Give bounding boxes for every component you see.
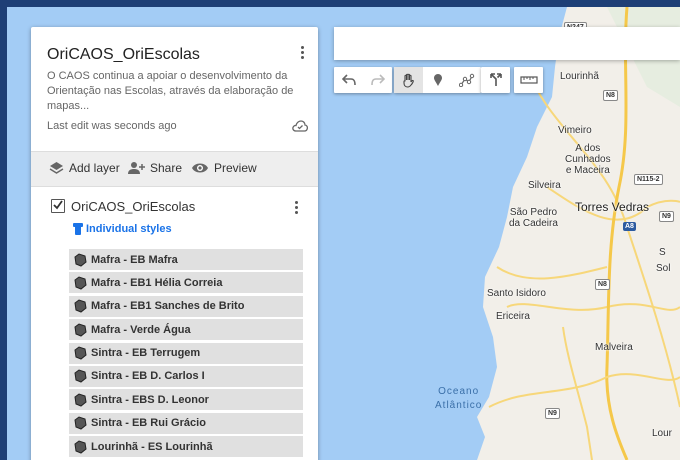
map-legend-panel: OriCAOS_OriEscolas O CAOS continua a apo…: [31, 27, 318, 460]
road-n9-north: N9: [659, 211, 674, 222]
road-a8: A8: [623, 222, 636, 231]
map-editor-window: Lourinhã Vimeiro A dos Cunhados e Maceir…: [0, 0, 680, 460]
toolbar-measure: [514, 67, 543, 93]
feature-row[interactable]: Sintra - EB Terrugem: [69, 342, 303, 364]
feature-label: Mafra - EB1 Hélia Correia: [91, 276, 223, 289]
draw-line-icon: [458, 73, 474, 87]
preview-button[interactable]: Preview: [191, 161, 257, 175]
share-label: Share: [150, 161, 183, 175]
add-layer-label: Add layer: [69, 161, 120, 175]
feature-row[interactable]: Sintra - EBS D. Leonor: [69, 389, 303, 411]
feature-label: Mafra - EB1 Sanches de Brito: [91, 300, 245, 313]
feature-label: Sintra - EBS D. Leonor: [91, 393, 209, 406]
feature-row[interactable]: Sintra - EB Rui Grácio: [69, 412, 303, 434]
polygon-shape-icon: [74, 440, 87, 454]
window-border-top: [0, 0, 680, 7]
polygon-shape-icon: [74, 346, 87, 360]
marker-icon: [433, 74, 442, 86]
paint-roller-icon: [73, 223, 83, 235]
toolbar-draw-tools: [394, 67, 481, 93]
add-marker-button[interactable]: [423, 67, 452, 93]
share-button[interactable]: Share: [127, 161, 182, 175]
feature-row[interactable]: Mafra - EB1 Hélia Correia: [69, 272, 303, 294]
feature-label: Sintra - EB Rui Grácio: [91, 417, 206, 430]
place-sol: Sol: [656, 263, 671, 274]
layer-options-menu-icon[interactable]: [292, 199, 300, 217]
individual-styles-link[interactable]: Individual styles: [73, 223, 172, 235]
place-malveira: Malveira: [595, 342, 633, 353]
window-border-left: [0, 0, 7, 460]
place-sao-pedro: São Pedro da Cadeira: [509, 207, 558, 229]
search-input[interactable]: [342, 27, 676, 60]
place-silveira: Silveira: [528, 180, 561, 191]
toolbar-undo-redo: [334, 67, 392, 93]
map-title[interactable]: OriCAOS_OriEscolas: [47, 46, 200, 64]
polygon-shape-icon: [74, 369, 87, 384]
feature-row[interactable]: Mafra - Verde Água: [69, 319, 303, 341]
feature-row[interactable]: Sintra - EB D. Carlos I: [69, 365, 303, 387]
feature-label: Sintra - EB D. Carlos I: [91, 370, 205, 383]
place-vimeiro: Vimeiro: [558, 125, 592, 136]
ruler-icon: [519, 76, 538, 84]
layers-icon: [49, 162, 64, 174]
polygon-shape-icon: [74, 323, 87, 337]
road-n8-north: N8: [603, 90, 618, 101]
road-n8-south: N8: [595, 279, 610, 290]
draw-line-button[interactable]: [452, 67, 481, 93]
place-torres-vedras: Torres Vedras: [575, 200, 650, 214]
polygon-shape-icon: [74, 252, 87, 267]
undo-button[interactable]: [334, 67, 363, 93]
place-ericeira: Ericeira: [496, 311, 530, 322]
label-ocean: Oceano Atlântico: [435, 386, 483, 411]
feature-label: Lourinhã - ES Lourinhã: [91, 440, 213, 453]
redo-icon: [370, 74, 385, 86]
place-santo-isidoro: Santo Isidoro: [487, 288, 546, 299]
styles-label: Individual styles: [86, 223, 172, 235]
place-lourinha: Lourinhã: [560, 71, 599, 82]
feature-row[interactable]: Mafra - EB Mafra: [69, 249, 303, 270]
polygon-shape-icon: [74, 393, 87, 407]
add-directions-button[interactable]: [481, 67, 510, 93]
panel-actions-bar: Add layer Share Preview: [31, 151, 318, 187]
feature-row[interactable]: Lourinhã - ES Lourinhã: [69, 436, 303, 458]
last-edit-status: Last edit was seconds ago: [47, 120, 177, 132]
polygon-shape-icon: [74, 416, 87, 430]
add-person-icon: [128, 162, 145, 174]
map-description[interactable]: O CAOS continua a apoiar o desenvolvimen…: [47, 69, 302, 114]
directions-icon: [489, 73, 502, 86]
place-s: S: [659, 247, 666, 258]
map-options-menu-icon[interactable]: [298, 44, 306, 62]
feature-label: Mafra - Verde Água: [91, 323, 191, 336]
measure-distance-button[interactable]: [514, 67, 543, 93]
road-n9-south: N9: [545, 408, 560, 419]
hand-icon: [402, 73, 414, 88]
toolbar-directions: [481, 67, 510, 93]
feature-list: Mafra - EB Mafra Mafra - EB1 Hélia Correi…: [69, 249, 303, 460]
feature-label: Mafra - EB Mafra: [91, 253, 178, 266]
polygon-shape-icon: [74, 299, 87, 313]
road-n115-2: N115-2: [634, 174, 663, 185]
preview-label: Preview: [214, 161, 257, 175]
add-layer-button[interactable]: Add layer: [49, 161, 120, 175]
place-loures: Lour: [652, 428, 673, 439]
place-a-dos-cunhados: A dos Cunhados e Maceira: [565, 143, 611, 176]
layer-visibility-checkbox[interactable]: [51, 199, 65, 213]
search-box[interactable]: [334, 27, 680, 60]
undo-icon: [341, 74, 356, 86]
cloud-saved-icon: [292, 119, 309, 132]
redo-button[interactable]: [363, 67, 392, 93]
feature-label: Sintra - EB Terrugem: [91, 347, 201, 360]
layer-name[interactable]: OriCAOS_OriEscolas: [71, 199, 195, 214]
eye-icon: [192, 163, 208, 173]
feature-row[interactable]: Mafra - EB1 Sanches de Brito: [69, 295, 303, 317]
checkmark-icon: [53, 200, 63, 210]
polygon-shape-icon: [74, 276, 87, 290]
select-hand-button[interactable]: [394, 67, 423, 93]
